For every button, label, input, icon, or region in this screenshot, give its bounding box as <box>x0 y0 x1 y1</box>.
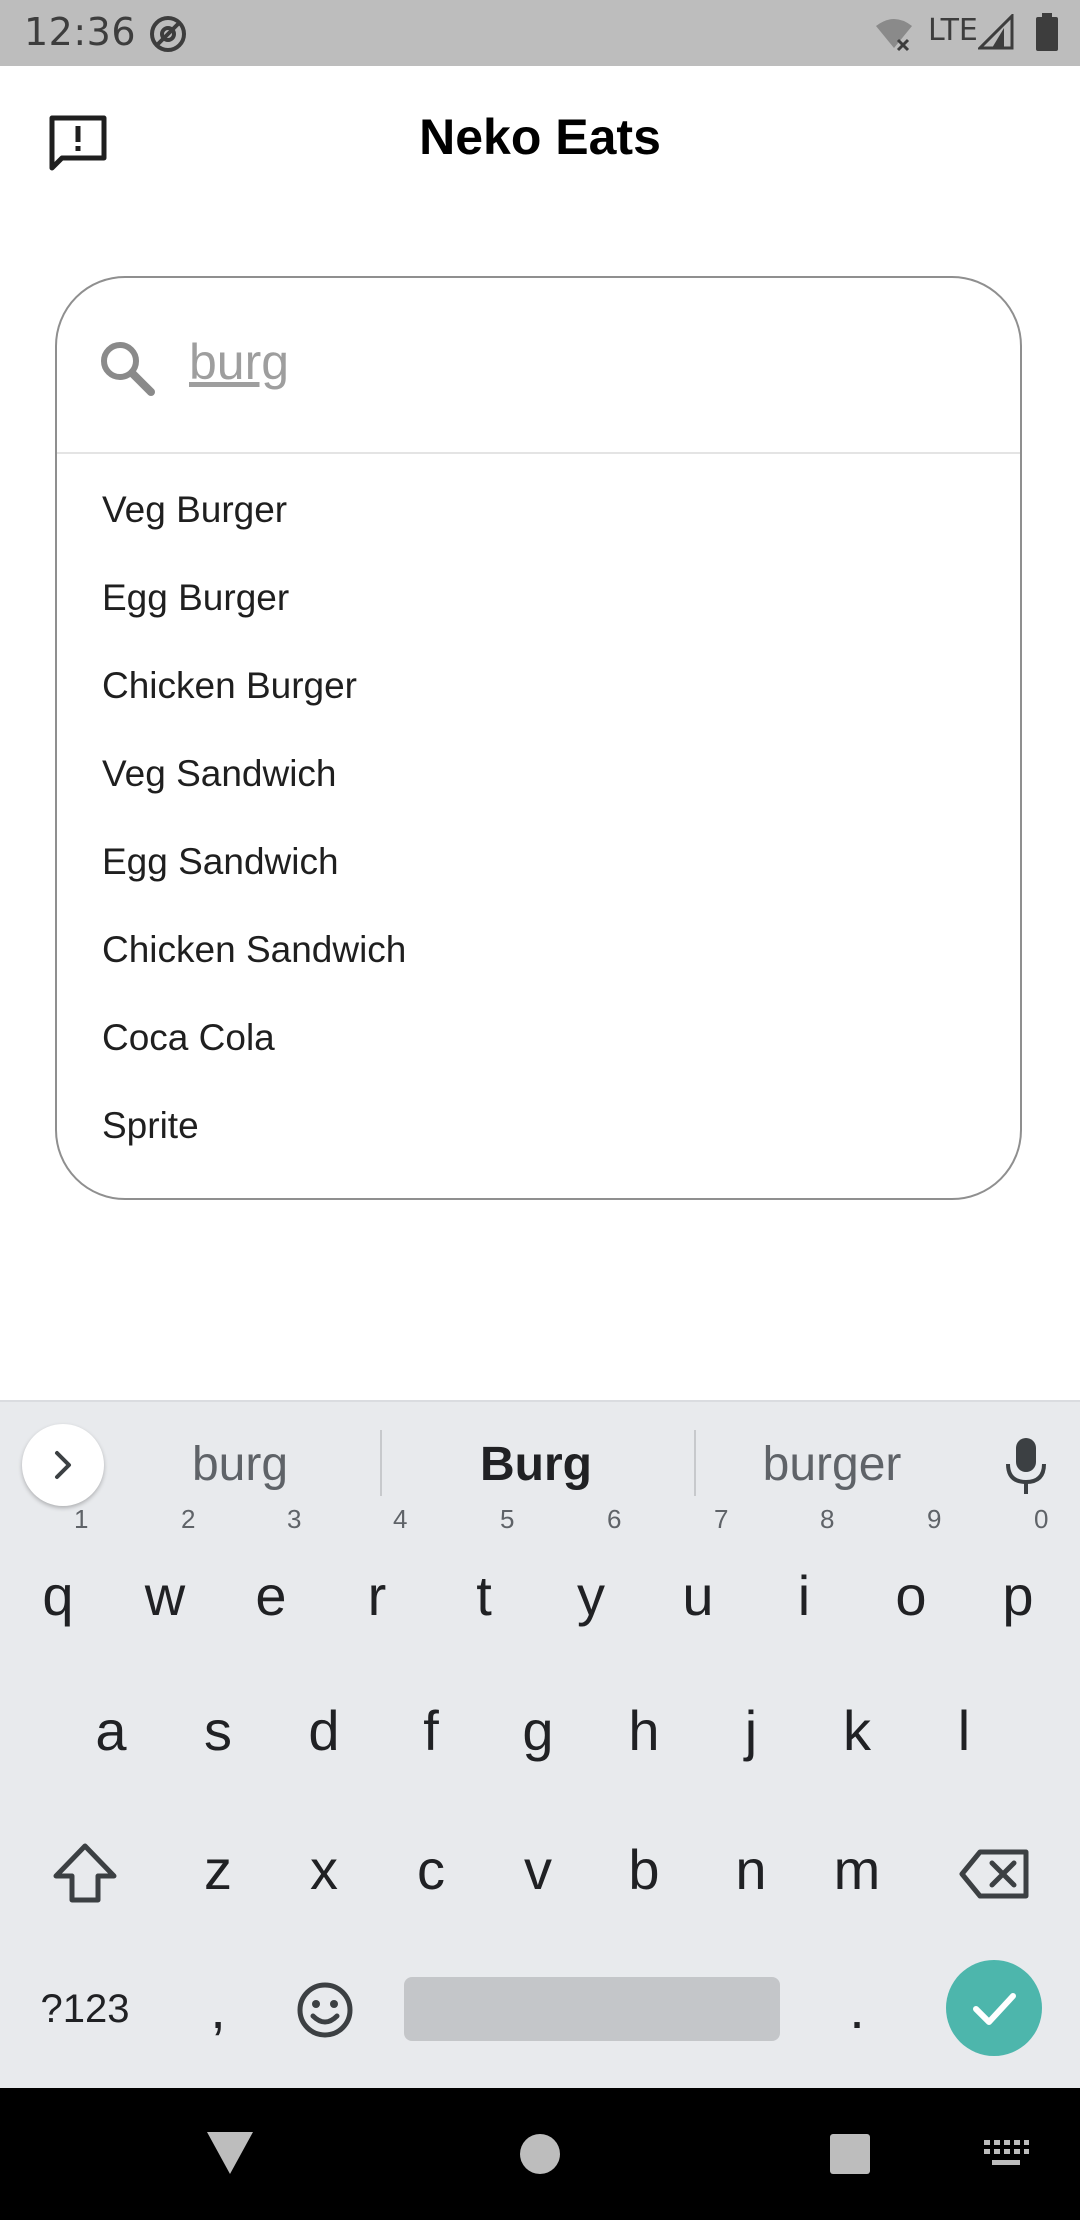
key-w[interactable]: w2 <box>115 1506 215 1656</box>
key-label: r <box>367 1564 387 1627</box>
search-input[interactable] <box>189 322 969 402</box>
wifi-off-icon <box>876 19 912 52</box>
key-t[interactable]: t5 <box>434 1506 534 1656</box>
key-y[interactable]: y6 <box>541 1506 641 1656</box>
keyboard-icon[interactable] <box>982 2138 1030 2170</box>
key-label: u <box>682 1564 714 1627</box>
keyboard-suggestion[interactable]: burg <box>140 1430 340 1500</box>
checkmark-icon <box>973 1993 1016 2025</box>
key-l[interactable]: l <box>914 1671 1014 1791</box>
key-label: t <box>476 1564 492 1627</box>
comma-key[interactable]: , <box>168 1949 268 2069</box>
key-k[interactable]: k <box>807 1671 907 1791</box>
search-card: Veg Burger Egg Burger Chicken Burger Veg… <box>55 276 1022 1200</box>
key-v[interactable]: v <box>488 1810 588 1930</box>
suggestion-item[interactable]: Egg Sandwich <box>57 818 1020 906</box>
key-label: o <box>895 1564 927 1627</box>
divider <box>57 452 1020 454</box>
key-label: i <box>797 1564 811 1627</box>
key-f[interactable]: f <box>381 1671 481 1791</box>
key-b[interactable]: b <box>594 1810 694 1930</box>
keyboard-suggestion[interactable]: burger <box>732 1430 932 1500</box>
key-a[interactable]: a <box>61 1671 161 1791</box>
separator <box>694 1430 696 1496</box>
shift-icon[interactable] <box>50 1840 120 1906</box>
key-s[interactable]: s <box>168 1671 268 1791</box>
separator <box>380 1430 382 1496</box>
keyboard: burg Burg burger q1 w2 e3 r4 t5 y6 u7 i8… <box>0 1400 1080 2088</box>
suggestion-list: Veg Burger Egg Burger Chicken Burger Veg… <box>57 466 1020 1170</box>
key-label: y <box>577 1564 605 1627</box>
home-icon[interactable] <box>518 2132 562 2176</box>
key-g[interactable]: g <box>488 1671 588 1791</box>
suggestion-item[interactable]: Coca Cola <box>57 994 1020 1082</box>
key-hint: 0 <box>1034 1504 1049 1534</box>
emoji-icon[interactable] <box>295 1980 355 2040</box>
key-q[interactable]: q1 <box>8 1506 108 1656</box>
key-z[interactable]: z <box>168 1810 268 1930</box>
key-hint: 4 <box>393 1504 408 1534</box>
key-c[interactable]: c <box>381 1810 481 1930</box>
suggestion-item[interactable]: Veg Sandwich <box>57 730 1020 818</box>
key-label: w <box>144 1564 186 1627</box>
status-bar: 12:36 LTE <box>0 0 1080 66</box>
symbols-key[interactable]: ?123 <box>30 1949 140 2069</box>
suggestion-item[interactable]: Veg Burger <box>57 466 1020 554</box>
suggestion-item[interactable]: Chicken Burger <box>57 642 1020 730</box>
key-hint: 5 <box>500 1504 515 1534</box>
suggestion-item[interactable]: Egg Burger <box>57 554 1020 642</box>
key-o[interactable]: o9 <box>861 1506 961 1656</box>
expand-toolbar-button[interactable] <box>22 1424 104 1506</box>
key-x[interactable]: x <box>274 1810 374 1930</box>
key-h[interactable]: h <box>594 1671 694 1791</box>
space-key[interactable] <box>404 1977 780 2041</box>
key-label: p <box>1002 1564 1034 1627</box>
period-key[interactable]: . <box>807 1949 907 2069</box>
key-j[interactable]: j <box>701 1671 801 1791</box>
key-hint: 2 <box>181 1504 196 1534</box>
suggestion-item[interactable]: Chicken Sandwich <box>57 906 1020 994</box>
status-time: 12:36 <box>24 10 137 54</box>
navigation-bar <box>0 2088 1080 2220</box>
microphone-icon[interactable] <box>1000 1436 1052 1496</box>
key-label: e <box>255 1564 287 1627</box>
keyboard-suggestion-bar: burg Burg burger <box>0 1400 1080 1522</box>
network-type: LTE <box>928 13 978 48</box>
key-d[interactable]: d <box>274 1671 374 1791</box>
key-m[interactable]: m <box>807 1810 907 1930</box>
key-hint: 8 <box>820 1504 835 1534</box>
key-label: q <box>42 1564 74 1627</box>
key-p[interactable]: p0 <box>968 1506 1068 1656</box>
keyboard-suggestion[interactable]: Burg <box>436 1430 636 1500</box>
signal-icon <box>978 14 1014 50</box>
enter-key[interactable] <box>946 1960 1042 2056</box>
chevron-right-icon <box>55 1451 71 1479</box>
at-sign-icon <box>150 16 186 52</box>
key-hint: 9 <box>927 1504 942 1534</box>
search-icon <box>101 342 155 396</box>
recents-icon[interactable] <box>828 2132 872 2176</box>
key-i[interactable]: i8 <box>754 1506 854 1656</box>
suggestion-item[interactable]: Sprite <box>57 1082 1020 1170</box>
key-hint: 6 <box>607 1504 622 1534</box>
key-hint: 7 <box>714 1504 729 1534</box>
key-n[interactable]: n <box>701 1810 801 1930</box>
backspace-icon[interactable] <box>958 1848 1030 1900</box>
key-u[interactable]: u7 <box>648 1506 748 1656</box>
search-bar[interactable] <box>57 278 1020 453</box>
app-title: Neko Eats <box>419 109 661 165</box>
back-icon[interactable] <box>205 2130 255 2176</box>
key-e[interactable]: e3 <box>221 1506 321 1656</box>
key-r[interactable]: r4 <box>327 1506 427 1656</box>
key-hint: 3 <box>287 1504 302 1534</box>
battery-icon <box>1036 13 1058 51</box>
key-hint: 1 <box>74 1504 89 1534</box>
